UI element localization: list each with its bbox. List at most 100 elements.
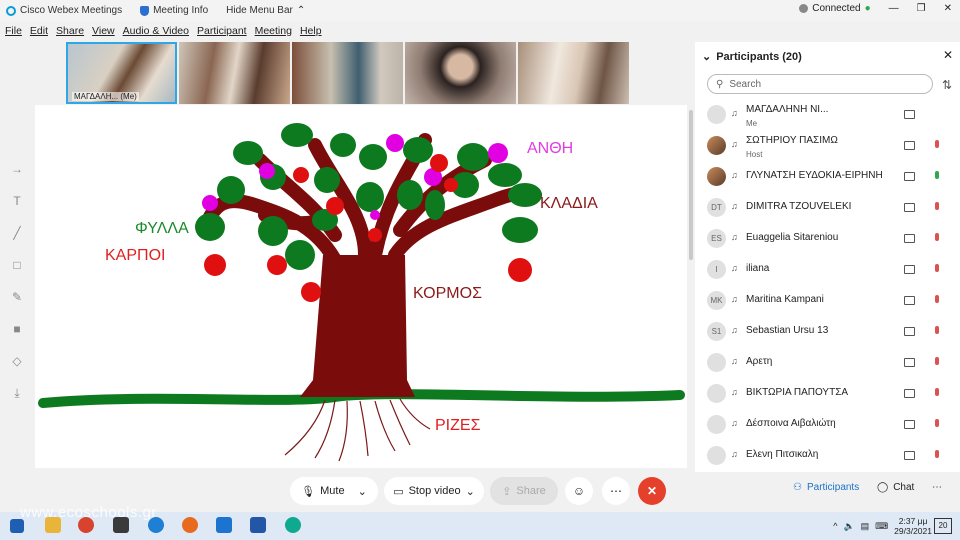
microphone-muted-icon[interactable] — [935, 357, 939, 365]
save-tool-icon[interactable]: ⤓ — [8, 384, 26, 402]
microphone-muted-icon[interactable] — [935, 388, 939, 396]
keyboard-icon[interactable]: ⌨ — [875, 521, 888, 532]
clock[interactable]: 2:37 μμ 29/3/2021 — [894, 516, 932, 536]
microphone-icon[interactable] — [935, 171, 939, 179]
label-branches: ΚΛΑΔΙΑ — [540, 195, 598, 212]
participant-row[interactable]: ♫ ΣΩΤΗΡΙΟΥ ΠΑΣΙΜΩ Host — [695, 130, 960, 161]
avatar — [707, 446, 726, 465]
panel-more-button[interactable]: ⋯ — [932, 482, 942, 493]
audio-device-icon: ♫ — [731, 387, 738, 397]
participant-row[interactable]: ♫ Δέσποινα Αιβαλιώτη — [695, 409, 960, 440]
reactions-button[interactable]: ☺ — [565, 477, 593, 505]
participants-panel: ⌄ Participants (20) ✕ ⚲ Search ⇅ ♫ ΜΑΓΔΑΛ… — [695, 42, 960, 472]
menu-help[interactable]: Help — [300, 25, 322, 37]
menu-edit[interactable]: Edit — [30, 25, 48, 37]
shared-whiteboard[interactable]: ΑΝΘΗ ΚΛΑΔΙΑ ΦΥΛΛΑ ΚΑΡΠΟΙ ΚΟΡΜΟΣ ΡΙΖΕΣ — [35, 105, 687, 468]
menu-view[interactable]: View — [92, 25, 115, 37]
share-button[interactable]: ⇪ Share — [490, 477, 558, 505]
avatar — [707, 105, 726, 124]
network-icon[interactable]: ▤ — [861, 521, 870, 532]
video-camera-icon — [904, 110, 915, 119]
menu-share[interactable]: Share — [56, 25, 84, 37]
self-tag: (Me) — [120, 92, 137, 101]
firefox-icon[interactable] — [182, 517, 198, 533]
leave-meeting-button[interactable]: ✕ — [638, 477, 666, 505]
pen-tool-icon[interactable]: ✎ — [8, 288, 26, 306]
video-thumbnail[interactable] — [292, 42, 403, 104]
video-camera-icon — [904, 327, 915, 336]
color-tool-icon[interactable]: ■ — [8, 320, 26, 338]
video-thumbnail[interactable] — [518, 42, 629, 104]
line-tool-icon[interactable]: ╱ — [8, 224, 26, 242]
participant-row[interactable]: I ♫ iliana — [695, 254, 960, 285]
participant-row[interactable]: ES ♫ Euaggelia Sitareniou — [695, 223, 960, 254]
people-icon: ⚇ — [793, 482, 802, 493]
menu-participant[interactable]: Participant — [197, 25, 247, 37]
participants-header[interactable]: ⌄ Participants (20) — [702, 50, 802, 64]
participant-name: DIMITRA TZOUVELEKI — [746, 201, 852, 212]
audio-device-icon: ♫ — [731, 108, 738, 118]
menu-audio-video[interactable]: Audio & Video — [123, 25, 189, 37]
text-tool-icon[interactable]: T — [8, 192, 26, 210]
participant-row[interactable]: ♫ ΒΙΚΤΩΡΙΑ ΠΑΠΟΥΤΣΑ — [695, 378, 960, 409]
microphone-muted-icon[interactable] — [935, 326, 939, 334]
chat-tab-label: Chat — [893, 482, 915, 493]
stop-video-label: Stop video — [408, 485, 461, 497]
participant-row[interactable]: ♫ ΜΑΓΔΑΛΗΝΗ ΝΙ... Me — [695, 99, 960, 130]
self-name: ΜΑΓΔΑΛΗ... — [74, 92, 119, 101]
mail-icon[interactable] — [216, 517, 232, 533]
chat-tab[interactable]: ◯ Chat — [877, 482, 914, 493]
participants-tab[interactable]: ⚇ Participants — [793, 482, 859, 493]
volume-icon[interactable]: 🔈 — [843, 521, 854, 532]
microphone-muted-icon[interactable] — [935, 140, 939, 148]
video-thumbnail[interactable] — [405, 42, 516, 104]
microphone-muted-icon[interactable] — [935, 419, 939, 427]
meeting-info-label: Meeting Info — [153, 5, 209, 16]
eraser-tool-icon[interactable]: ◇ — [8, 352, 26, 370]
pointer-tool-icon[interactable]: → — [8, 160, 26, 178]
chat-icon: ◯ — [877, 482, 889, 493]
participant-row[interactable]: S1 ♫ Sebastian Ursu 13 — [695, 316, 960, 347]
minimize-icon[interactable]: — — [889, 3, 899, 14]
participant-row[interactable]: DT ♫ DIMITRA TZOUVELEKI — [695, 192, 960, 223]
microphone-muted-icon[interactable] — [935, 264, 939, 272]
windows-start-icon[interactable] — [10, 519, 24, 533]
canvas-scrollbar[interactable] — [689, 110, 693, 260]
sort-icon[interactable]: ⇅ — [942, 78, 952, 92]
menu-meeting[interactable]: Meeting — [255, 25, 292, 37]
menu-file[interactable]: File — [5, 25, 22, 37]
shape-tool-icon[interactable]: □ — [8, 256, 26, 274]
label-leaves: ΦΥΛΛΑ — [135, 220, 189, 237]
ellipsis-icon: ⋯ — [610, 484, 622, 498]
video-camera-icon — [904, 265, 915, 274]
video-thumbnail-me[interactable]: ΜΑΓΔΑΛΗ... (Me) — [66, 42, 177, 104]
close-panel-icon[interactable]: ✕ — [943, 48, 953, 62]
connected-dot-icon: ● — [864, 3, 871, 14]
participant-row[interactable]: ♫ Ελενη Πιτσικαλη — [695, 440, 960, 471]
word-icon[interactable] — [250, 517, 266, 533]
participant-role: Me — [746, 119, 758, 128]
participant-search-input[interactable]: ⚲ Search — [707, 74, 933, 94]
participant-row[interactable]: ♫ ΓΛΥΝΑΤΣΗ ΕΥΔΟΚΙΑ-ΕΙΡΗΝΗ — [695, 161, 960, 192]
microphone-muted-icon[interactable] — [935, 202, 939, 210]
microphone-muted-icon[interactable] — [935, 295, 939, 303]
participants-title: Participants (20) — [716, 50, 802, 63]
participant-row[interactable]: ♫ Αρετη — [695, 347, 960, 378]
audio-device-icon: ♫ — [731, 294, 738, 304]
microphone-muted-icon[interactable] — [935, 233, 939, 241]
stop-video-button[interactable]: ▭ Stop video ⌄ — [384, 477, 484, 505]
webex-taskbar-icon[interactable] — [285, 517, 301, 533]
video-camera-icon — [904, 203, 915, 212]
chevron-up-icon[interactable]: ^ — [833, 521, 837, 531]
connection-status-label: Connected — [812, 3, 861, 14]
video-thumbnail[interactable] — [179, 42, 290, 104]
maximize-icon[interactable]: ❐ — [917, 3, 926, 14]
close-window-icon[interactable]: ✕ — [944, 3, 952, 14]
notification-badge[interactable]: 20 — [934, 518, 952, 534]
more-options-button[interactable]: ⋯ — [602, 477, 630, 505]
meeting-info-button[interactable]: Meeting Info — [140, 5, 208, 16]
hide-menu-bar-button[interactable]: Hide Menu Bar ⌃ — [226, 5, 305, 16]
microphone-muted-icon[interactable] — [935, 450, 939, 458]
participant-row[interactable]: MK ♫ Maritina Kampani — [695, 285, 960, 316]
mute-button[interactable]: 🎙 Mute ⌄ — [290, 477, 378, 505]
